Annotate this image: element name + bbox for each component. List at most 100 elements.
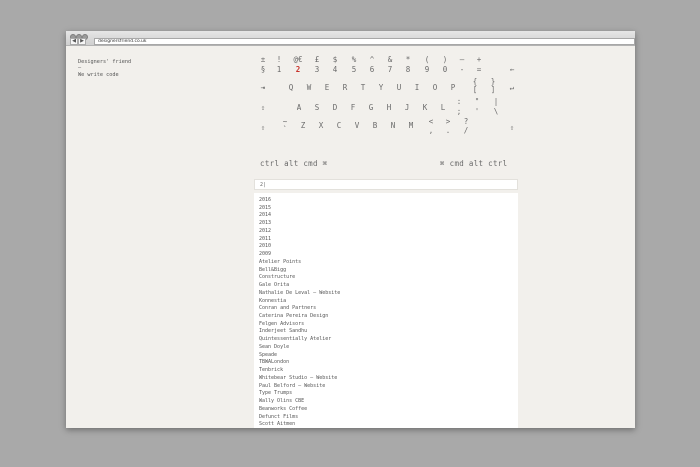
key-number[interactable]: 7 [383, 66, 397, 74]
key-letter[interactable]: I [410, 84, 424, 92]
key-shift-symbol[interactable]: $ [328, 56, 342, 64]
caps-lock-key[interactable]: ⇪ [256, 104, 270, 112]
list-item[interactable]: Sean Doyle [259, 344, 518, 352]
list-item[interactable]: Whitebear Studio — Website [259, 375, 518, 383]
key-letter[interactable]: U [392, 84, 406, 92]
key-letter[interactable]: N [386, 122, 400, 130]
key-number[interactable]: 1 [272, 66, 286, 74]
key-punctuation[interactable]: ' [470, 108, 484, 116]
brand-name[interactable]: Designers' friend [78, 59, 131, 65]
backspace-key[interactable]: ← [505, 66, 519, 74]
key-shift-symbol[interactable]: % [347, 56, 361, 64]
list-item[interactable]: Wally Olins CBE [259, 398, 518, 406]
key-letter[interactable]: R [338, 84, 352, 92]
key-number[interactable]: 6 [365, 66, 379, 74]
key-letter[interactable]: J [400, 104, 414, 112]
list-item[interactable]: Quintessentially Atelier [259, 336, 518, 344]
list-item[interactable]: Type Trumps [259, 390, 518, 398]
key-letter[interactable]: O [428, 84, 442, 92]
key-shift-symbol[interactable]: & [383, 56, 397, 64]
list-item[interactable]: 2011 [259, 236, 518, 244]
key-bracket[interactable]: [ [468, 86, 482, 94]
list-item[interactable]: Gale Orita [259, 282, 518, 290]
tab-key[interactable]: ⇥ [256, 84, 270, 92]
key-backtick[interactable]: ` [278, 126, 292, 134]
key-punctuation[interactable]: \ [489, 108, 503, 116]
key-shift-symbol[interactable]: — [455, 56, 469, 64]
list-item[interactable]: 2013 [259, 220, 518, 228]
list-item[interactable]: Scott Aitmen [259, 421, 518, 428]
address-bar[interactable]: designersfriend.co.uk [94, 38, 635, 45]
key-shift-symbol[interactable]: * [401, 56, 415, 64]
list-item[interactable]: Tenbrick [259, 367, 518, 375]
key-shift-symbol[interactable]: ± [256, 56, 270, 64]
list-item[interactable]: Conran and Partners [259, 305, 518, 313]
key-letter[interactable]: S [310, 104, 324, 112]
key-letter[interactable]: Q [284, 84, 298, 92]
key-letter[interactable]: V [350, 122, 364, 130]
key-shift-symbol[interactable]: @€ [291, 56, 305, 64]
enter-key[interactable]: ↵ [505, 84, 519, 92]
key-number[interactable]: 3 [310, 66, 324, 74]
list-item[interactable]: Bell&Bigg [259, 267, 518, 275]
list-item[interactable]: 2014 [259, 212, 518, 220]
key-letter[interactable]: Z [296, 122, 310, 130]
list-item[interactable]: 2009 [259, 251, 518, 259]
key-letter[interactable]: X [314, 122, 328, 130]
key-letter[interactable]: Y [374, 84, 388, 92]
key-number[interactable]: 2 [291, 66, 305, 74]
list-item[interactable]: Paul Belford — Website [259, 383, 518, 391]
key-number[interactable]: 0 [438, 66, 452, 74]
back-button[interactable]: ◀ [70, 38, 78, 45]
key-number[interactable]: = [472, 66, 486, 74]
key-shift-symbol[interactable]: + [472, 56, 486, 64]
shift-key-right[interactable]: ⇧ [505, 124, 519, 132]
key-shift-symbol[interactable]: ( [420, 56, 434, 64]
forward-button[interactable]: ▶ [78, 38, 86, 45]
key-number[interactable]: § [256, 66, 270, 74]
shift-key-left[interactable]: ⇧ [256, 124, 270, 132]
key-letter[interactable]: M [404, 122, 418, 130]
list-item[interactable]: Felgen Advisors [259, 321, 518, 329]
key-number[interactable]: 4 [328, 66, 342, 74]
key-punctuation[interactable]: > [441, 118, 455, 126]
key-punctuation[interactable]: . [441, 127, 455, 135]
key-punctuation[interactable]: ; [452, 108, 466, 116]
list-item[interactable]: 2015 [259, 205, 518, 213]
list-item[interactable]: Defunct Films [259, 414, 518, 422]
key-letter[interactable]: B [368, 122, 382, 130]
key-number[interactable]: 8 [401, 66, 415, 74]
key-punctuation[interactable]: < [424, 118, 438, 126]
list-item[interactable]: Nathalie De Leval — Website [259, 290, 518, 298]
key-punctuation[interactable]: : [452, 98, 466, 106]
key-letter[interactable]: D [328, 104, 342, 112]
key-punctuation[interactable]: , [424, 127, 438, 135]
list-item[interactable]: 2012 [259, 228, 518, 236]
list-item[interactable]: Konnestia [259, 298, 518, 306]
key-letter[interactable]: K [418, 104, 432, 112]
key-number[interactable]: - [455, 66, 469, 74]
list-item[interactable]: Beanworks Coffee [259, 406, 518, 414]
list-item[interactable]: Atelier Points [259, 259, 518, 267]
list-item[interactable]: TBWALondon [259, 359, 518, 367]
key-letter[interactable]: C [332, 122, 346, 130]
list-item[interactable]: Caterina Pereira Design [259, 313, 518, 321]
key-shift-symbol[interactable]: ^ [365, 56, 379, 64]
key-bracket[interactable]: ] [486, 86, 500, 94]
search-input[interactable]: 2| [254, 179, 518, 190]
list-item[interactable]: Inderjeet Sandhu [259, 328, 518, 336]
key-letter[interactable]: A [292, 104, 306, 112]
key-punctuation[interactable]: ? [459, 118, 473, 126]
key-letter[interactable]: G [364, 104, 378, 112]
key-number[interactable]: 9 [420, 66, 434, 74]
list-item[interactable]: 2010 [259, 243, 518, 251]
key-letter[interactable]: H [382, 104, 396, 112]
key-punctuation[interactable]: " [470, 98, 484, 106]
key-punctuation[interactable]: / [459, 127, 473, 135]
key-letter[interactable]: P [446, 84, 460, 92]
key-letter[interactable]: F [346, 104, 360, 112]
key-punctuation[interactable]: | [489, 98, 503, 106]
key-letter[interactable]: E [320, 84, 334, 92]
modifier-keys-right[interactable]: ⌘ cmd alt ctrl [440, 159, 507, 168]
key-letter[interactable]: W [302, 84, 316, 92]
